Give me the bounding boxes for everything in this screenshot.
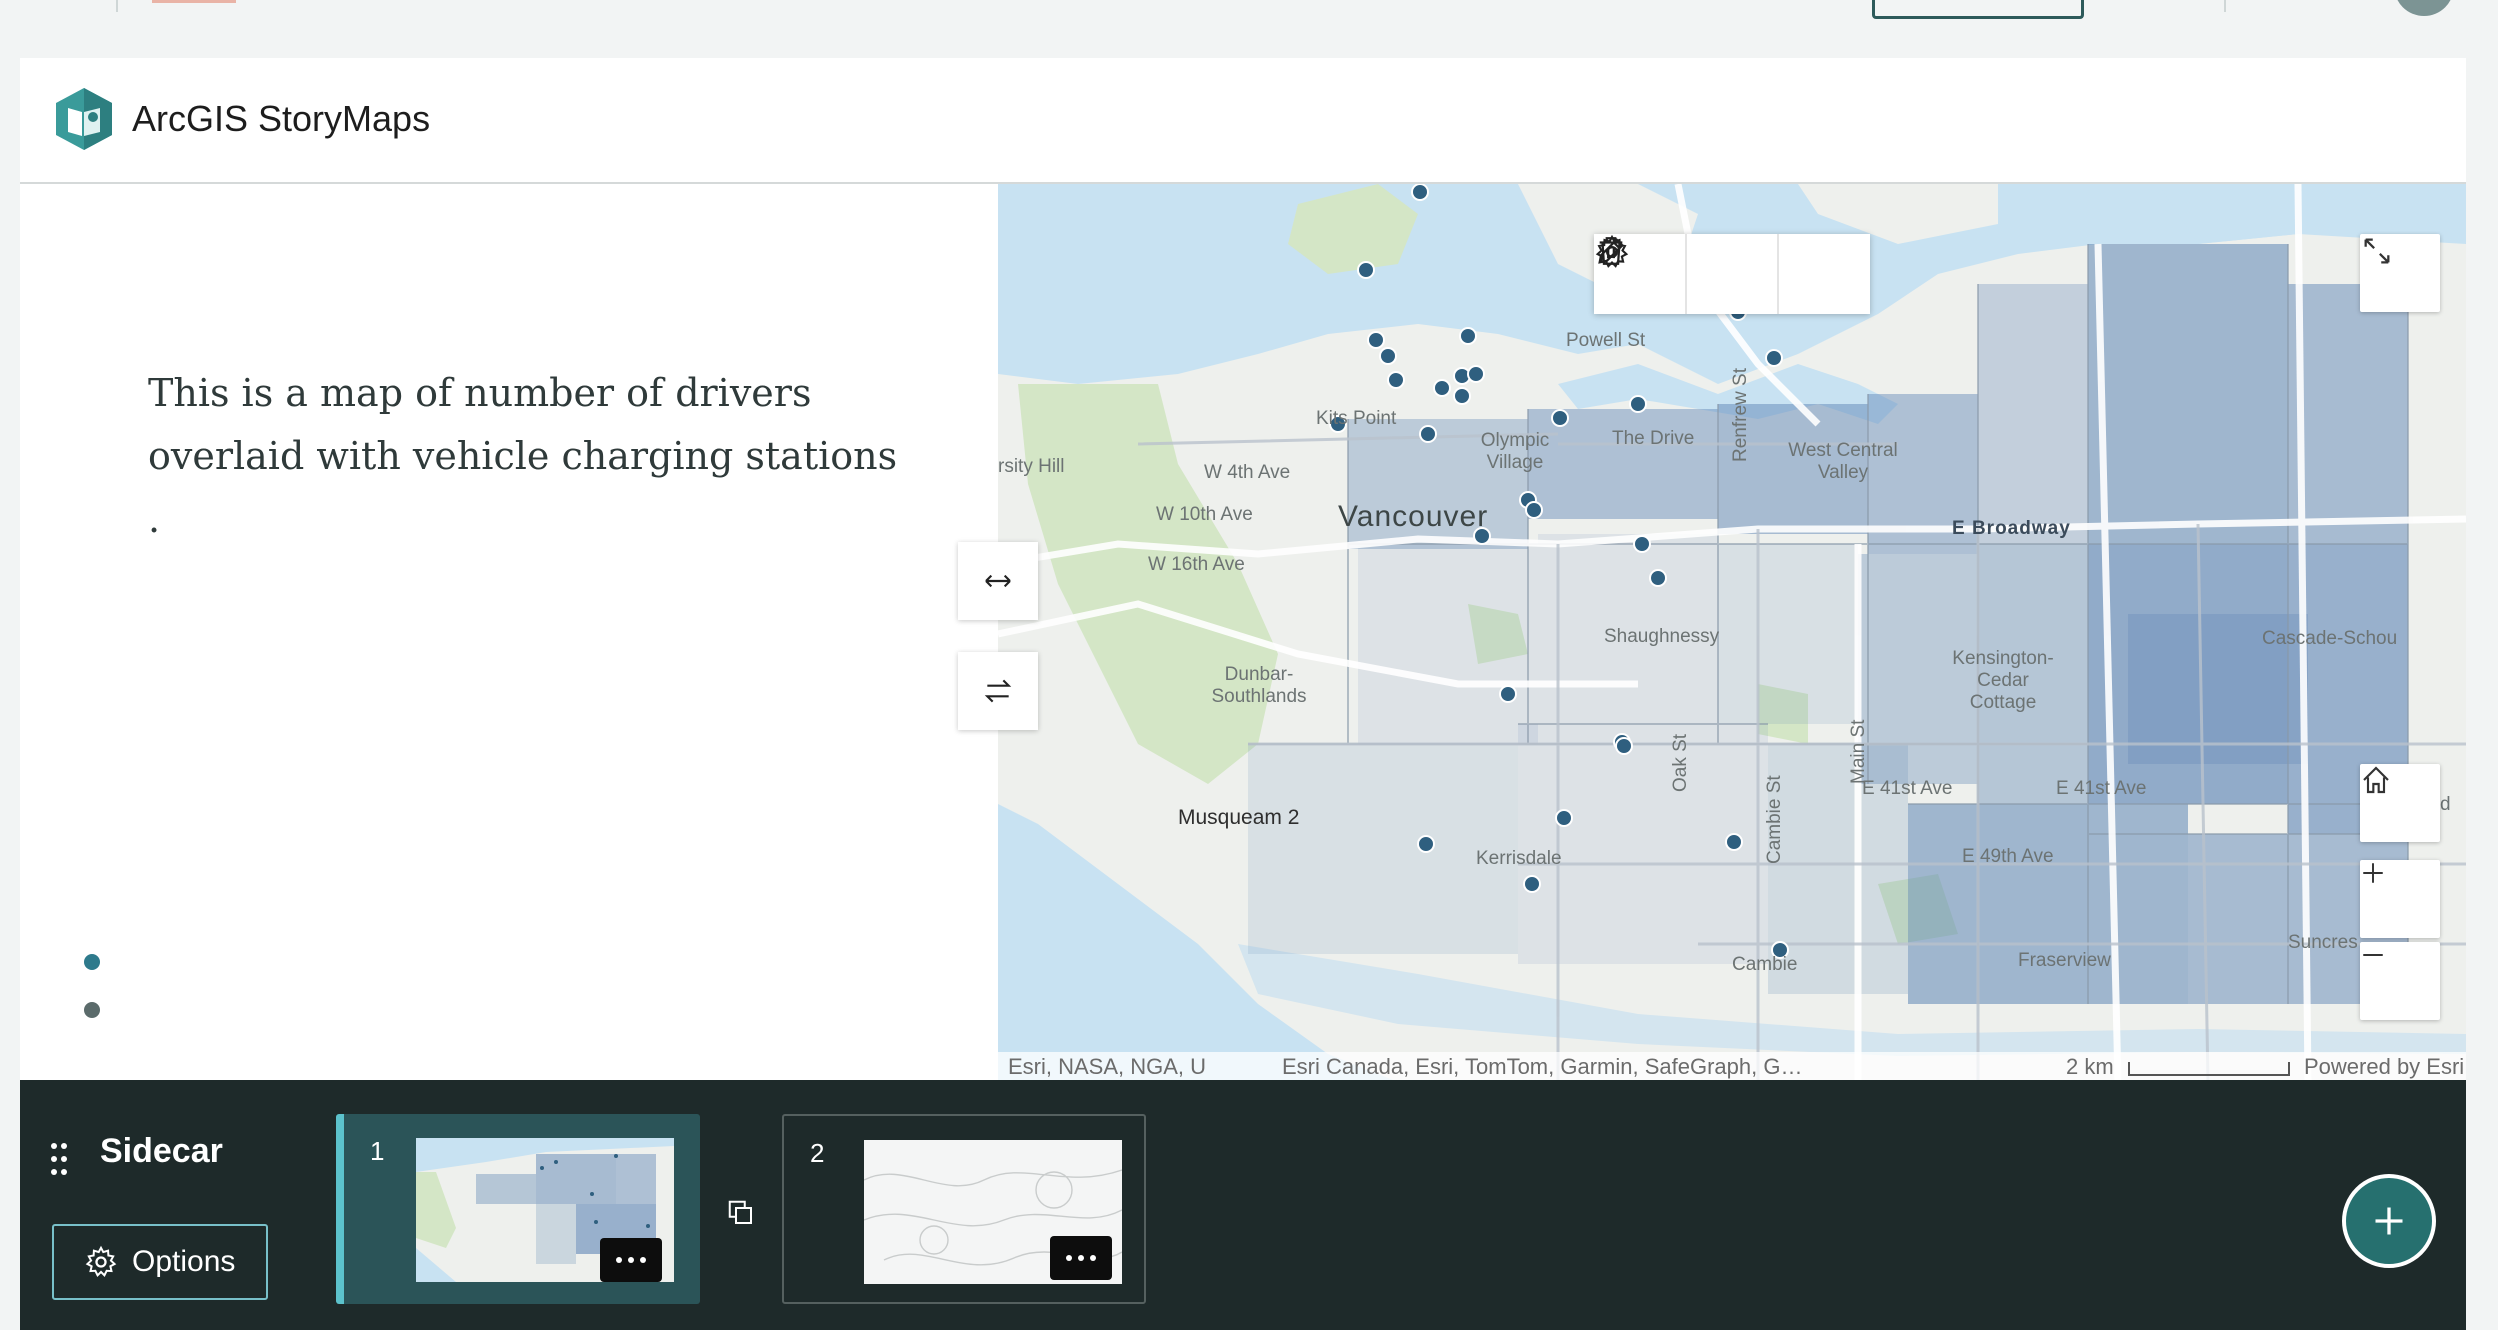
top-separator-right <box>2224 0 2226 12</box>
duplicate-icon[interactable] <box>726 1198 756 1228</box>
add-slide-button[interactable] <box>2342 1174 2436 1268</box>
top-outline-button[interactable] <box>1872 0 2084 19</box>
top-app-bar <box>0 0 2498 56</box>
powered-by[interactable]: Powered by Esri <box>2304 1054 2464 1080</box>
plus-icon <box>2375 1207 2403 1235</box>
plus-icon <box>2363 863 2383 883</box>
narrative-panel[interactable]: This is a map of number of drivers overl… <box>20 184 998 1082</box>
swap-icon <box>984 679 1012 703</box>
map-label: Shaughnessy <box>1604 626 1720 647</box>
horizontal-resize-icon <box>985 574 1011 588</box>
map-label: Kensington-Cedar Cottage <box>1952 648 2054 713</box>
map-label: E Broadway <box>1952 518 2071 539</box>
storymaps-logo-icon <box>56 88 112 150</box>
top-separator <box>116 0 118 12</box>
map-label: Vancouver <box>1338 500 1489 533</box>
resize-panel-button[interactable] <box>958 542 1038 620</box>
map-label: W 16th Ave <box>1148 554 1245 575</box>
options-label: Options <box>132 1245 236 1278</box>
home-icon <box>2363 766 2389 794</box>
map-label: Fraserview <box>2018 950 2111 971</box>
progress-dot[interactable] <box>84 1002 100 1018</box>
options-button[interactable]: Options <box>52 1224 268 1300</box>
map-label: Cambie <box>1732 954 1798 975</box>
map-label: West Central Valley <box>1788 440 1898 483</box>
map-label: Olympic Village <box>1480 430 1550 473</box>
map-label: Cascade-Schou <box>2262 628 2398 649</box>
expand-icon <box>2364 238 2390 264</box>
drag-grip-icon[interactable] <box>50 1142 70 1176</box>
map-label: E 49th Ave <box>1962 846 2054 867</box>
map-label: d <box>2440 794 2451 815</box>
map-label: Renfrew St <box>1730 368 1751 462</box>
top-accent-bar <box>152 0 236 3</box>
slide-card-2[interactable]: 2 <box>782 1114 1146 1304</box>
slide-tray: Sidecar Options 1 2 <box>20 1080 2466 1330</box>
story-frame: ArcGIS StoryMaps This is a map of number… <box>20 58 2466 1330</box>
minus-icon <box>2363 954 2383 956</box>
slide-number: 2 <box>810 1138 825 1168</box>
swap-panels-button[interactable] <box>958 652 1038 730</box>
app-title: ArcGIS StoryMaps <box>132 98 431 139</box>
map-label: Kerrisdale <box>1476 848 1562 869</box>
scale-label: 2 km <box>2066 1054 2114 1079</box>
trash-icon <box>1599 237 1623 265</box>
home-button[interactable] <box>2360 764 2440 842</box>
media-edit-toolbar <box>1594 234 1870 314</box>
gear-icon <box>85 1245 117 1277</box>
more-icon <box>1066 1255 1096 1261</box>
tray-title: Sidecar <box>100 1132 223 1170</box>
attribution-text: Esri Canada, Esri, TomTom, Garmin, SafeG… <box>1282 1054 1803 1079</box>
map-label: The Drive <box>1612 428 1695 449</box>
fullscreen-button[interactable] <box>2360 234 2440 312</box>
scale-bar <box>2128 1062 2290 1076</box>
map-label: Dunbar-Southlands <box>1211 664 1307 707</box>
map-label: Powell St <box>1566 330 1646 351</box>
map-canvas[interactable] <box>998 184 2466 1082</box>
progress-dot-active[interactable] <box>84 954 100 970</box>
map-label: Oak St <box>1670 733 1691 792</box>
map-label: W 4th Ave <box>1204 462 1291 483</box>
story-header: ArcGIS StoryMaps <box>20 58 2466 184</box>
map-label: Kits Point <box>1316 408 1397 429</box>
map-panel[interactable]: Vancouver Kits Point Olympic Village Pow… <box>998 184 2466 1082</box>
zoom-out-button[interactable] <box>2360 942 2440 1020</box>
settings-button[interactable] <box>1595 234 1780 314</box>
map-label: E 41st Ave <box>1862 778 1953 799</box>
slide-card-1[interactable]: 1 <box>336 1114 700 1304</box>
slide-menu-button[interactable] <box>1050 1236 1112 1280</box>
map-label: Suncres <box>2288 932 2358 953</box>
delete-button[interactable] <box>1599 234 1870 314</box>
narrative-text[interactable]: This is a map of number of drivers overl… <box>148 362 908 551</box>
avatar[interactable] <box>2394 0 2454 16</box>
slide-menu-button[interactable] <box>600 1238 662 1282</box>
map-label: rsity Hill <box>998 456 1065 477</box>
map-label: Main St <box>1848 719 1869 784</box>
attribution-text: Esri, NASA, NGA, U <box>1008 1054 1207 1079</box>
slide-number: 1 <box>370 1136 385 1166</box>
more-icon <box>616 1257 646 1263</box>
map-label: Cambie St <box>1764 775 1785 864</box>
map-label: W 10th Ave <box>1156 504 1253 525</box>
zoom-in-button[interactable] <box>2360 860 2440 938</box>
map-label: Musqueam 2 <box>1178 806 1300 829</box>
map-attribution: Esri, NASA, NGA, U Esri Canada, Esri, To… <box>998 1052 2466 1082</box>
map-label: E 41st Ave <box>2056 778 2147 799</box>
